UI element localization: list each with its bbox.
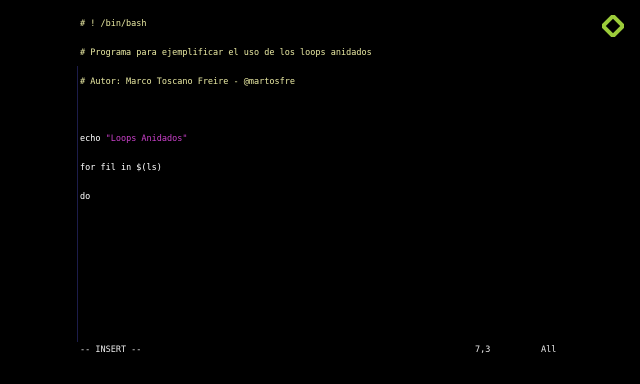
code-line-2: # Programa para ejemplificar el uso de l… bbox=[80, 47, 372, 58]
scroll-indicator: All bbox=[541, 345, 557, 355]
tilde-gutter bbox=[77, 66, 78, 342]
code-line-6: for fil in $(ls) bbox=[80, 163, 372, 174]
mode-indicator: -- INSERT -- bbox=[80, 345, 142, 355]
code-line-5: echo "Loops Anidados" bbox=[80, 135, 372, 145]
do-keyword: do bbox=[80, 191, 91, 202]
code-line-3: # Autor: Marco Toscano Freire - @martosf… bbox=[80, 76, 295, 87]
status-line: -- INSERT -- 7,3 All bbox=[0, 345, 640, 356]
platzi-logo-icon bbox=[602, 15, 624, 37]
vim-editor[interactable]: # ! /bin/bash # Programa para ejemplific… bbox=[0, 0, 640, 343]
echo-string: "Loops Anidados" bbox=[105, 134, 188, 145]
cursor-position: 7,3 bbox=[475, 345, 491, 355]
echo-keyword: echo bbox=[80, 134, 101, 145]
code-line-7: do bbox=[80, 191, 372, 203]
for-expression: fil in $(ls) bbox=[100, 163, 162, 174]
code-line-1: # ! /bin/bash bbox=[80, 19, 147, 30]
buffer-text[interactable]: # ! /bin/bash # Programa para ejemplific… bbox=[80, 1, 372, 222]
for-keyword: for bbox=[80, 163, 96, 174]
